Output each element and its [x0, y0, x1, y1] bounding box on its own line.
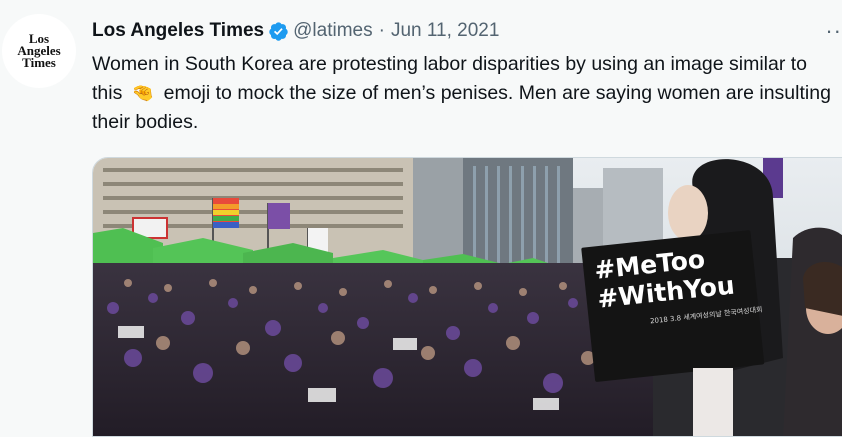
tweet-text-part2: emoji to mock the size of men’s penises.… — [92, 82, 831, 133]
verified-badge-icon — [269, 21, 288, 41]
tweet-text: Women in South Korea are protesting labo… — [92, 50, 832, 137]
author-name[interactable]: Los Angeles Times — [92, 20, 264, 42]
tweet-date[interactable]: Jun 11, 2021 — [391, 20, 499, 42]
pinching-hand-emoji-icon: 🤏 — [131, 83, 155, 103]
header-separator: · — [378, 20, 385, 41]
tweet-photo[interactable]: #MeToo #WithYou 2018 3.8 세계여성의날 한국여성대회 — [92, 157, 842, 437]
tweet-header: Los Angeles Times @latimes · Jun 11, 202… — [92, 18, 499, 44]
author-avatar[interactable]: Los Angeles Times — [2, 14, 76, 88]
avatar-logo-text: Los Angeles Times — [17, 31, 61, 70]
more-options-icon[interactable]: ·· — [825, 18, 842, 44]
author-handle[interactable]: @latimes — [293, 20, 372, 42]
